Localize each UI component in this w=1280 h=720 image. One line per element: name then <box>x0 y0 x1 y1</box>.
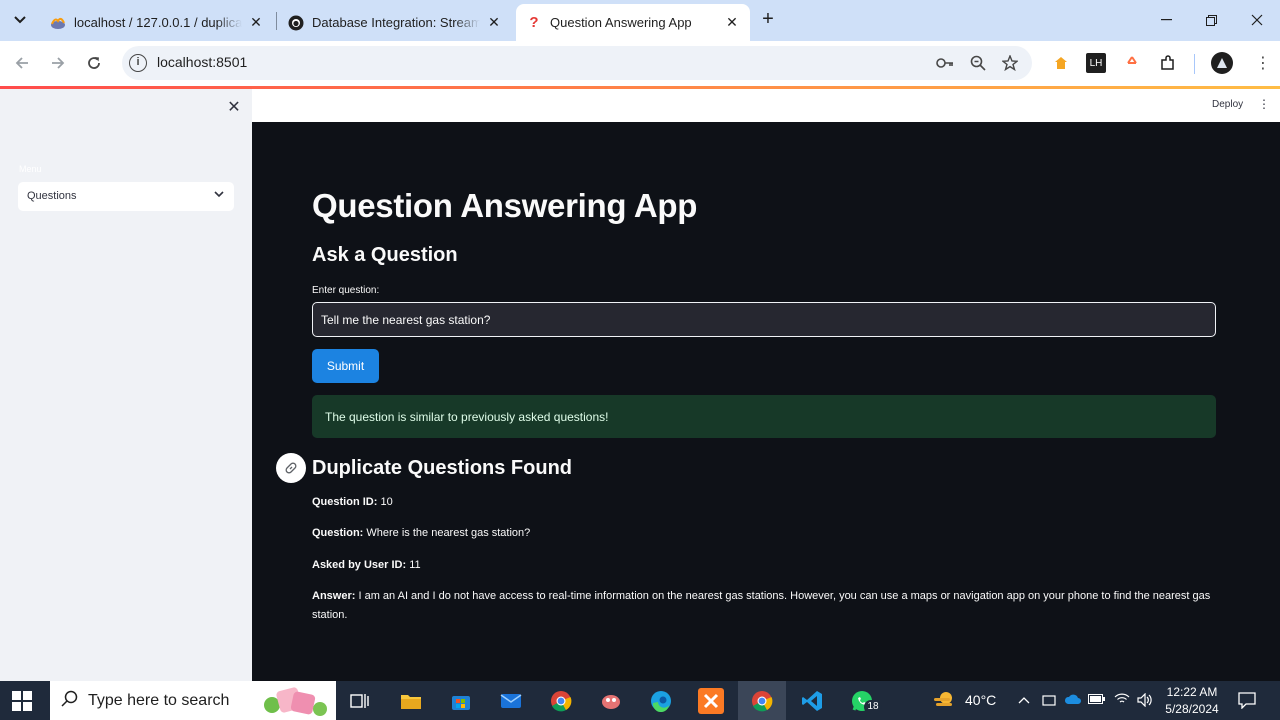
answer-label: Answer: <box>312 590 356 602</box>
vscode-icon[interactable] <box>799 688 825 714</box>
extension-lh-icon[interactable]: LH <box>1086 53 1106 73</box>
tab-divider <box>276 12 277 30</box>
user-id-label: Asked by User ID: <box>312 559 407 571</box>
question-input-wrapper <box>312 302 1216 337</box>
onedrive-cloud-icon[interactable] <box>1064 693 1082 708</box>
battery-icon[interactable] <box>1088 693 1106 707</box>
github-icon <box>288 15 304 31</box>
task-view-icon[interactable] <box>347 688 373 714</box>
clock-time: 12:22 AM <box>1166 685 1218 699</box>
question-id-value: 10 <box>380 496 393 508</box>
close-tab-icon[interactable]: ✕ <box>248 14 264 31</box>
success-alert: The question is similar to previously as… <box>312 395 1216 438</box>
new-tab-button[interactable]: + <box>757 9 779 31</box>
file-explorer-icon[interactable] <box>398 688 424 714</box>
question-input[interactable] <box>313 303 1215 336</box>
browser-tab-strip: localhost / 127.0.0.1 / duplicate ✕ Data… <box>0 0 1280 41</box>
browser-menu-icon[interactable]: ⋮ <box>1253 53 1273 73</box>
toolbar-divider <box>1194 54 1195 74</box>
extensions-puzzle-icon[interactable] <box>1158 53 1178 73</box>
profile-avatar[interactable] <box>1211 52 1233 74</box>
edge-icon[interactable] <box>648 688 674 714</box>
microsoft-store-icon[interactable] <box>448 688 474 714</box>
tab-search-icon[interactable] <box>8 8 32 32</box>
restore-button[interactable] <box>1188 0 1234 40</box>
reload-icon[interactable] <box>82 51 106 75</box>
question-id-row: Question ID: 10 <box>312 496 393 508</box>
minimize-button[interactable] <box>1143 0 1189 40</box>
url-text: localhost:8501 <box>157 54 248 70</box>
question-icon: ? <box>529 14 539 31</box>
chevron-down-icon <box>214 189 224 202</box>
sidebar: ✕ Menu Questions <box>0 89 252 681</box>
wifi-icon[interactable] <box>1114 693 1130 708</box>
password-key-icon[interactable] <box>935 53 955 73</box>
tab-label: localhost / 127.0.0.1 / duplicate <box>74 15 242 30</box>
close-tab-icon[interactable]: ✕ <box>486 14 502 31</box>
alert-text: The question is similar to previously as… <box>325 410 609 424</box>
mail-icon[interactable] <box>498 688 524 714</box>
browser-toolbar: i localhost:8501 LH ⋮ <box>0 41 1280 86</box>
app-menu-icon[interactable]: ⋮ <box>1258 97 1270 111</box>
page-title: Question Answering App <box>312 187 698 224</box>
menu-selectbox[interactable]: Questions <box>18 182 234 211</box>
app-header: Deploy ⋮ <box>252 89 1280 122</box>
clock-date: 5/28/2024 <box>1165 702 1219 716</box>
back-arrow-icon[interactable] <box>10 51 34 75</box>
weather-widget[interactable]: 40°C <box>934 692 997 708</box>
address-bar[interactable]: i localhost:8501 <box>122 46 1032 80</box>
game-app-icon[interactable] <box>598 688 624 714</box>
search-placeholder: Type here to search <box>88 692 230 709</box>
duplicate-section-heading: Duplicate Questions Found <box>312 457 573 479</box>
question-label: Question: <box>312 527 364 539</box>
bookmark-star-icon[interactable] <box>1000 53 1020 73</box>
temperature: 40°C <box>965 692 997 708</box>
tab-label: Question Answering App <box>550 15 692 30</box>
volume-icon[interactable] <box>1137 692 1153 710</box>
chevron-up-icon[interactable] <box>1018 693 1030 707</box>
search-icon <box>61 690 78 712</box>
search-highlight-image <box>264 687 327 716</box>
deploy-button[interactable]: Deploy <box>1212 99 1243 110</box>
xampp-icon[interactable] <box>698 688 724 714</box>
menu-label: Menu <box>19 164 42 174</box>
extension-honey-icon[interactable] <box>1051 53 1071 73</box>
close-tab-icon[interactable]: ✕ <box>724 14 740 31</box>
answer-row: Answer: I am an AI and I do not have acc… <box>312 587 1222 625</box>
windows-start-icon[interactable] <box>12 691 32 711</box>
tab-streamlit-docs[interactable]: Database Integration: Streamlit ✕ <box>278 4 512 41</box>
zoom-icon[interactable] <box>968 53 988 73</box>
question-id-label: Question ID: <box>312 496 378 508</box>
tab-label: Database Integration: Streamlit <box>312 15 480 30</box>
weather-sun-icon <box>934 692 952 706</box>
site-info-icon[interactable]: i <box>129 54 147 72</box>
link-icon[interactable] <box>276 453 306 483</box>
extension-recycle-icon[interactable] <box>1122 53 1142 73</box>
submit-button[interactable]: Submit <box>312 349 379 383</box>
close-sidebar-icon[interactable]: ✕ <box>226 97 242 116</box>
close-window-button[interactable] <box>1234 0 1280 40</box>
selected-value: Questions <box>27 190 77 202</box>
tab-phpmyadmin[interactable]: localhost / 127.0.0.1 / duplicate ✕ <box>40 4 274 41</box>
meet-now-icon[interactable] <box>1042 693 1056 710</box>
phpmyadmin-icon <box>50 15 66 31</box>
user-id-row: Asked by User ID: 11 <box>312 559 421 571</box>
question-row: Question: Where is the nearest gas stati… <box>312 527 530 539</box>
clock[interactable]: 12:22 AM 5/28/2024 <box>1160 684 1224 718</box>
whatsapp-unread-badge: 18 <box>864 700 882 714</box>
notification-icon[interactable] <box>1238 691 1256 712</box>
chrome-active-icon[interactable] <box>749 688 775 714</box>
taskbar: Type here to search 40°C 12:22 AM 5/28/2… <box>0 681 1280 720</box>
main-content: Question Answering App Ask a Question En… <box>252 122 1280 681</box>
tab-question-answering-app[interactable]: ? Question Answering App ✕ <box>516 4 750 41</box>
ask-question-heading: Ask a Question <box>312 244 458 266</box>
forward-arrow-icon[interactable] <box>46 51 70 75</box>
question-value: Where is the nearest gas station? <box>366 527 531 539</box>
question-input-label: Enter question: <box>312 285 380 296</box>
answer-value: I am an AI and I do not have access to r… <box>312 590 1211 621</box>
chrome-icon[interactable] <box>548 688 574 714</box>
user-id-value: 11 <box>409 559 421 571</box>
taskbar-search[interactable]: Type here to search <box>50 681 336 720</box>
